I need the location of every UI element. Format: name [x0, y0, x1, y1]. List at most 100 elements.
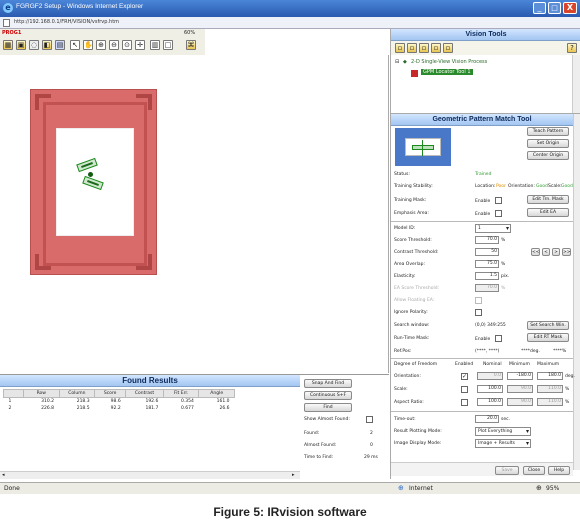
scale-label: Scale:: [394, 387, 408, 392]
snap-and-find-button[interactable]: Snap And Find: [304, 379, 352, 388]
image-display-select[interactable]: Image + Results: [475, 439, 531, 448]
center-origin-button[interactable]: Center Origin: [527, 151, 569, 160]
new-tool-icon[interactable]: ▫: [395, 43, 405, 53]
url-field[interactable]: http://192.168.0.1/FRH/VISION/vsfrvp.htm: [14, 19, 119, 25]
stepper-last-button[interactable]: >>: [562, 248, 571, 256]
rt-mask-checkbox[interactable]: [495, 335, 502, 342]
find-button[interactable]: Find: [304, 403, 352, 412]
grid-icon[interactable]: ▥: [150, 40, 160, 50]
minimize-button[interactable]: _: [533, 2, 546, 14]
save-button[interactable]: Save: [495, 466, 519, 475]
image-display-label: Image Display Mode:: [394, 441, 442, 446]
zoom-out-icon[interactable]: ⊖: [109, 40, 119, 50]
zoom-in-icon[interactable]: ⊕: [96, 40, 106, 50]
gpm-vscroll[interactable]: [573, 114, 580, 470]
edit-rt-mask-button[interactable]: Edit RT Mask: [527, 333, 569, 342]
teach-pattern-button[interactable]: Teach Pattern: [527, 127, 569, 136]
tree-item-process-label: 2-D Single-View Vision Process: [411, 59, 488, 65]
scale-min[interactable]: 90.0: [507, 385, 533, 393]
close-window-button[interactable]: X: [563, 2, 577, 14]
window-icon[interactable]: □: [163, 40, 173, 50]
rename-tool-icon[interactable]: ▫: [443, 43, 453, 53]
orientation-nominal[interactable]: 0.0: [477, 372, 503, 380]
window-title: FGRGF2 Setup - Windows Internet Explorer: [16, 3, 144, 10]
show-almost-found-checkbox[interactable]: [366, 416, 373, 423]
aspect-ratio-checkbox[interactable]: [461, 399, 468, 406]
time-to-find-label: Time to Find:: [304, 455, 334, 460]
training-mask-checkbox[interactable]: [495, 197, 502, 204]
dof-enabled-header: Enabled: [455, 362, 474, 367]
orientation-max[interactable]: 180.0: [537, 372, 563, 380]
allow-floating-ea-checkbox[interactable]: [475, 297, 482, 304]
status-zoom[interactable]: 95%: [546, 485, 559, 492]
status-bar: Done ⊕ Internet ⊕ 95%: [0, 482, 580, 494]
live-icon[interactable]: ◌: [29, 40, 39, 50]
help-tool-icon[interactable]: ?: [567, 43, 577, 53]
table-row[interactable]: 1 310.2 218.3 98.6 192.6 0.354 161.0: [4, 398, 235, 405]
set-search-win-button[interactable]: Set Search Win.: [527, 321, 569, 330]
stability-location-value: Poor: [496, 184, 506, 189]
close-button[interactable]: Close: [523, 466, 545, 475]
scroll-right-icon[interactable]: ▸: [292, 472, 295, 478]
emphasis-checkbox[interactable]: [495, 210, 502, 217]
stepper-next-button[interactable]: >: [552, 248, 560, 256]
scroll-left-icon[interactable]: ◂: [2, 472, 5, 478]
snap-icon[interactable]: ▦: [3, 40, 13, 50]
pointer-icon[interactable]: ↖: [70, 40, 80, 50]
scale-max[interactable]: 110.0: [537, 385, 563, 393]
delete-tool-icon[interactable]: ▫: [431, 43, 441, 53]
results-hscroll[interactable]: ◂ ▸: [0, 471, 300, 479]
aspect-ratio-nominal[interactable]: 100.0: [477, 398, 503, 406]
set-origin-button[interactable]: Set Origin: [527, 139, 569, 148]
edit-trn-mask-button[interactable]: Edit Trn. Mask: [527, 195, 569, 204]
program-label: PROG1: [2, 30, 22, 36]
zoom-fit-icon[interactable]: ⊙: [122, 40, 132, 50]
copy-tool-icon[interactable]: ▫: [407, 43, 417, 53]
gpm-tool-icon: [411, 70, 418, 77]
vision-tools-vscroll[interactable]: [572, 55, 580, 113]
gpm-title: Geometric Pattern Match Tool: [391, 114, 573, 126]
help-button[interactable]: Help: [548, 466, 570, 475]
allow-floating-ea-label: Allow Floating EA:: [394, 298, 435, 303]
ea-score-input[interactable]: 70.0: [475, 284, 499, 292]
aspect-ratio-max[interactable]: 110.0: [537, 398, 563, 406]
score-threshold-input[interactable]: 70.0: [475, 236, 499, 244]
elasticity-input[interactable]: 1.5: [475, 272, 499, 280]
orientation-min[interactable]: -180.0: [507, 372, 533, 380]
result-plotting-select[interactable]: Plot Everything: [475, 427, 531, 436]
status-zone: Internet: [409, 485, 433, 492]
overlap-unit: %: [501, 262, 506, 267]
yellow-tool-icon[interactable]: ⌘: [186, 40, 196, 50]
area-overlap-input[interactable]: 75.0: [475, 260, 499, 268]
image-view[interactable]: [0, 55, 389, 373]
orientation-checkbox[interactable]: ✓: [461, 373, 468, 380]
ignore-polarity-checkbox[interactable]: [475, 309, 482, 316]
pan-icon[interactable]: ✋: [83, 40, 93, 50]
score-threshold-label: Score Threshold:: [394, 238, 432, 243]
maximize-button[interactable]: □: [548, 2, 561, 14]
scale-nominal[interactable]: 100.0: [477, 385, 503, 393]
found-marker-2: [82, 175, 104, 191]
model-id-select[interactable]: 1: [475, 224, 511, 233]
stepper-first-button[interactable]: <<: [531, 248, 540, 256]
save-icon[interactable]: ▤: [55, 40, 65, 50]
open-icon[interactable]: ◧: [42, 40, 52, 50]
crosshair-icon[interactable]: ✛: [135, 40, 145, 50]
scale-checkbox[interactable]: [461, 386, 468, 393]
training-mask-label: Training Mask:: [394, 198, 427, 203]
contrast-threshold-input[interactable]: 50: [475, 248, 499, 256]
grab-icon[interactable]: ▣: [16, 40, 26, 50]
paste-tool-icon[interactable]: ▫: [419, 43, 429, 53]
tree-expand-icon[interactable]: ⊟: [395, 59, 399, 65]
status-done: Done: [4, 485, 20, 492]
fixture-corner-tl: [35, 94, 51, 110]
stepper-prev-button[interactable]: <: [542, 248, 550, 256]
continuous-snap-find-button[interactable]: Continuous S+F: [304, 391, 352, 400]
edit-ea-button[interactable]: Edit EA: [527, 208, 569, 217]
rt-mask-enable-label: Enable: [475, 337, 491, 342]
aspect-ratio-min[interactable]: 90.0: [507, 398, 533, 406]
table-row[interactable]: 2 226.8 218.5 92.2 181.7 0.677 26.6: [4, 405, 235, 412]
timeout-input[interactable]: 20.0: [475, 415, 499, 423]
status-zoom-icon[interactable]: ⊕: [536, 484, 542, 492]
address-bar: http://192.168.0.1/FRH/VISION/vsfrvp.htm: [0, 17, 580, 29]
